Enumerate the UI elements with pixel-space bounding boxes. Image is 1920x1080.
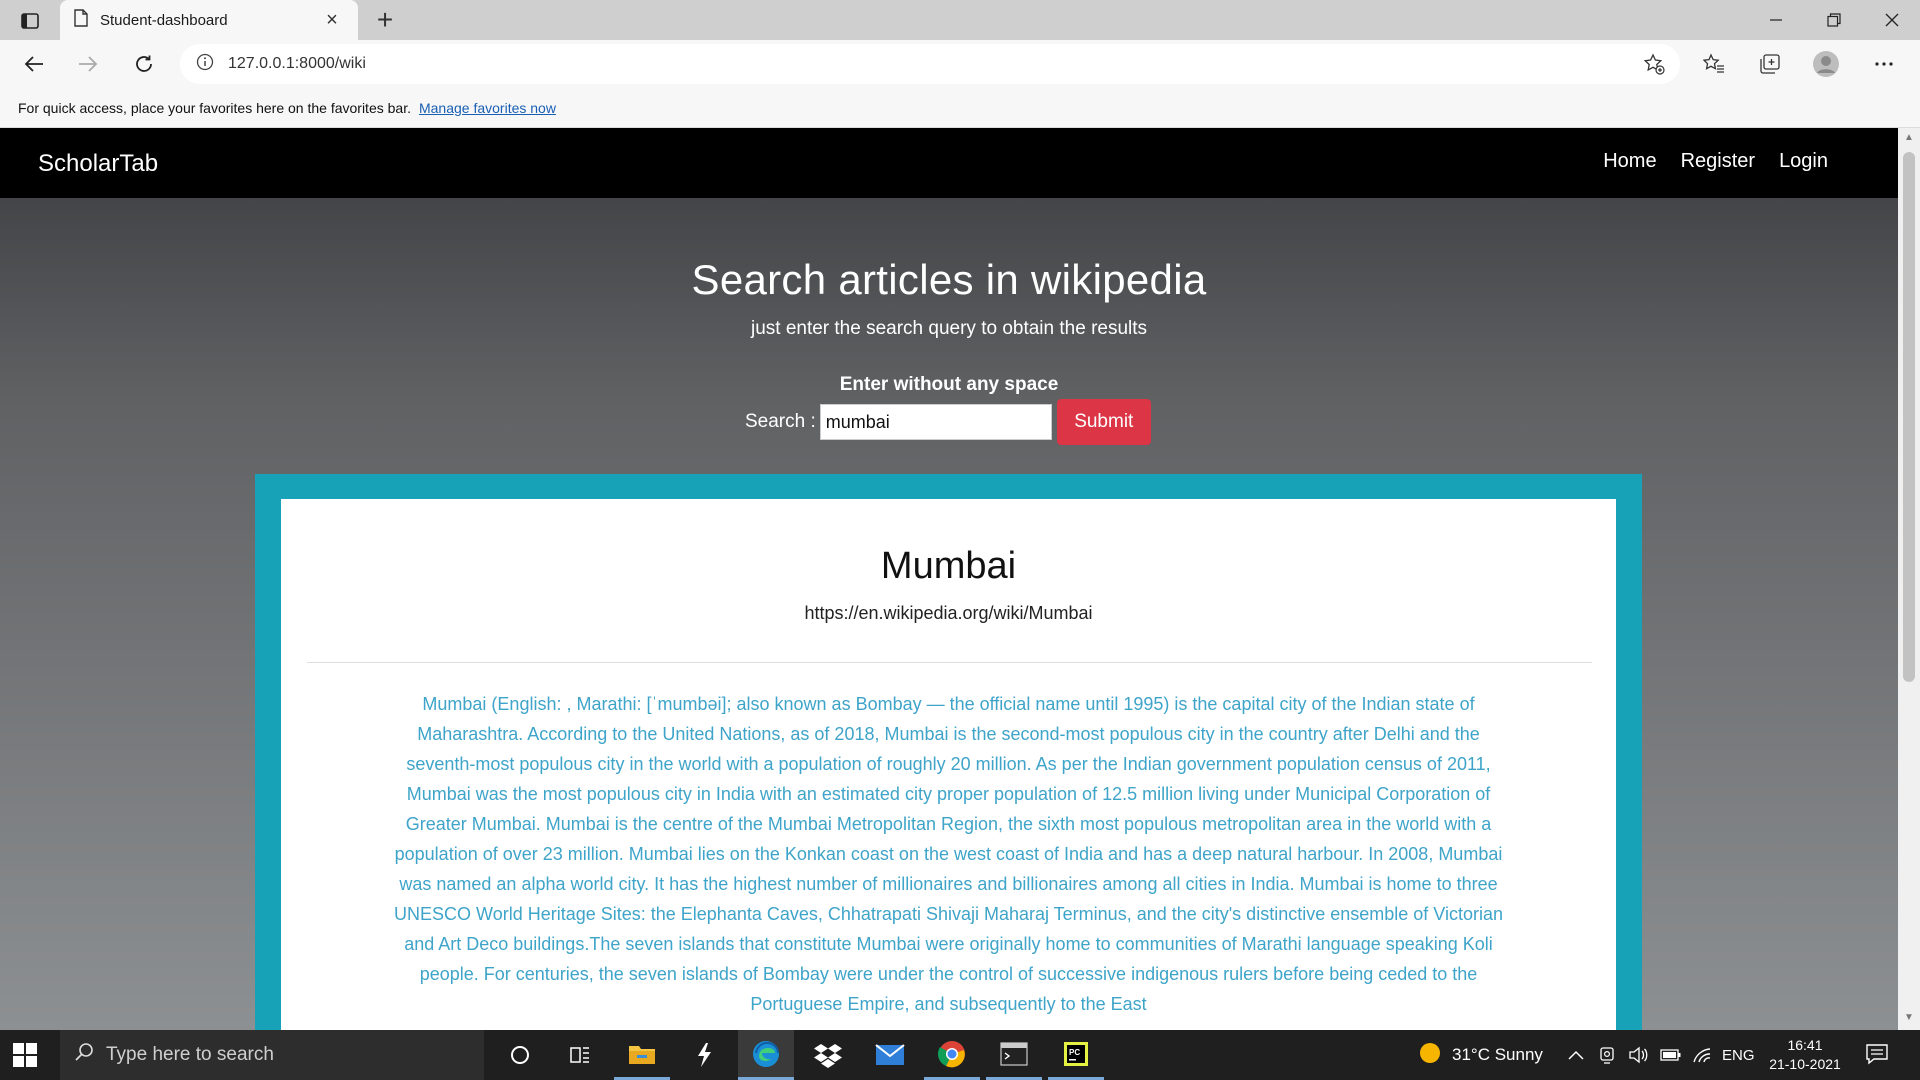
dropbox-icon[interactable] <box>800 1030 856 1080</box>
pycharm-icon[interactable]: PC <box>1048 1030 1104 1080</box>
mail-icon[interactable] <box>862 1030 918 1080</box>
volume-icon[interactable] <box>1628 1030 1648 1080</box>
windows-start-icon[interactable] <box>12 1042 38 1068</box>
sun-icon <box>1418 1041 1442 1070</box>
clock-time: 16:41 <box>1787 1037 1823 1053</box>
clock-date: 21-10-2021 <box>1769 1056 1841 1072</box>
page-scrollbar[interactable]: ▲ ▼ <box>1898 128 1920 1030</box>
more-icon[interactable] <box>1866 46 1902 82</box>
battery-icon[interactable] <box>1660 1030 1682 1080</box>
result-card: Mumbai https://en.wikipedia.org/wiki/Mum… <box>281 499 1616 1030</box>
info-icon[interactable] <box>196 53 214 76</box>
search-input[interactable] <box>819 404 1052 440</box>
browser-tab[interactable]: Student-dashboard × <box>60 0 358 40</box>
nav-login-link[interactable]: Login <box>1779 150 1828 173</box>
svg-text:PC: PC <box>1069 1048 1080 1057</box>
app-icon[interactable] <box>676 1030 732 1080</box>
page-viewport: ScholarTab Home Register Login Search ar… <box>0 128 1898 1030</box>
tab-title: Student-dashboard <box>100 11 228 29</box>
profile-icon[interactable] <box>1808 46 1844 82</box>
close-window-icon[interactable] <box>1864 0 1920 40</box>
favorites-icon[interactable] <box>1696 46 1732 82</box>
back-icon[interactable] <box>16 46 52 82</box>
collections-icon[interactable] <box>1752 46 1788 82</box>
forward-icon[interactable] <box>70 46 106 82</box>
scroll-thumb[interactable] <box>1903 152 1915 682</box>
result-title: Mumbai <box>880 545 1017 587</box>
network-device-icon[interactable] <box>1598 1030 1616 1080</box>
tab-actions-icon[interactable] <box>14 8 46 34</box>
wifi-icon[interactable] <box>1692 1030 1712 1080</box>
address-bar[interactable]: 127.0.0.1:8000/wiki <box>180 44 1680 84</box>
taskbar: Type here to search PC 31°C Sunny ENG 16… <box>0 1030 1920 1080</box>
nav-register-link[interactable]: Register <box>1681 150 1755 173</box>
cortana-icon[interactable] <box>492 1030 548 1080</box>
result-url[interactable]: https://en.wikipedia.org/wiki/Mumbai <box>281 603 1616 624</box>
search-label: Search : <box>745 411 816 432</box>
taskbar-search-box[interactable]: Type here to search <box>60 1030 484 1080</box>
page-icon <box>74 8 88 32</box>
search-hint: Enter without any space <box>839 374 1059 395</box>
chevron-up-icon[interactable] <box>1568 1030 1584 1080</box>
refresh-icon[interactable] <box>126 46 162 82</box>
language-indicator[interactable]: ENG <box>1722 1030 1755 1080</box>
task-view-icon[interactable] <box>552 1030 608 1080</box>
add-favorite-icon[interactable] <box>1636 46 1672 82</box>
taskbar-search-placeholder: Type here to search <box>106 1044 274 1065</box>
weather-widget[interactable]: 31°C Sunny <box>1418 1030 1543 1080</box>
notification-icon[interactable] <box>1865 1042 1891 1068</box>
site-brand[interactable]: ScholarTab <box>38 150 158 178</box>
scroll-down-icon[interactable]: ▼ <box>1903 1012 1915 1026</box>
submit-button[interactable]: Submit <box>1056 399 1151 445</box>
url-text: 127.0.0.1:8000/wiki <box>228 55 366 72</box>
divider <box>307 662 1592 663</box>
page-subtitle: just enter the search query to obtain th… <box>750 318 1148 339</box>
system-clock[interactable]: 16:41 21-10-2021 <box>1760 1036 1850 1074</box>
nav-home-link[interactable]: Home <box>1603 150 1656 173</box>
browser-toolbar: 127.0.0.1:8000/wiki <box>0 40 1920 88</box>
minimize-icon[interactable] <box>1748 0 1804 40</box>
edge-icon[interactable] <box>738 1030 794 1080</box>
tab-close-button[interactable]: × <box>320 9 344 32</box>
new-tab-button[interactable]: + <box>368 4 402 36</box>
scroll-up-icon[interactable]: ▲ <box>1903 132 1915 146</box>
chrome-icon[interactable] <box>924 1030 980 1080</box>
file-explorer-icon[interactable] <box>614 1030 670 1080</box>
favorites-bar: For quick access, place your favorites h… <box>0 88 1920 128</box>
weather-text: 31°C Sunny <box>1452 1045 1543 1064</box>
search-icon <box>74 1042 94 1068</box>
manage-favorites-link[interactable]: Manage favorites now <box>419 100 556 116</box>
page-title: Search articles in wikipedia <box>691 256 1207 303</box>
nav-links: Home Register Login <box>1603 150 1828 173</box>
result-container: Mumbai https://en.wikipedia.org/wiki/Mum… <box>255 474 1642 1030</box>
search-form: Search : Submit <box>745 399 1151 445</box>
terminal-icon[interactable] <box>986 1030 1042 1080</box>
hero-section: Search articles in wikipedia just enter … <box>0 256 1898 340</box>
favorites-message: For quick access, place your favorites h… <box>18 99 411 116</box>
site-navbar: ScholarTab Home Register Login <box>0 128 1898 198</box>
browser-tab-strip: Student-dashboard × + <box>0 0 1920 40</box>
restore-icon[interactable] <box>1806 0 1862 40</box>
result-summary: Mumbai (English: , Marathi: [ˈmumbəi]; a… <box>394 694 1503 1014</box>
